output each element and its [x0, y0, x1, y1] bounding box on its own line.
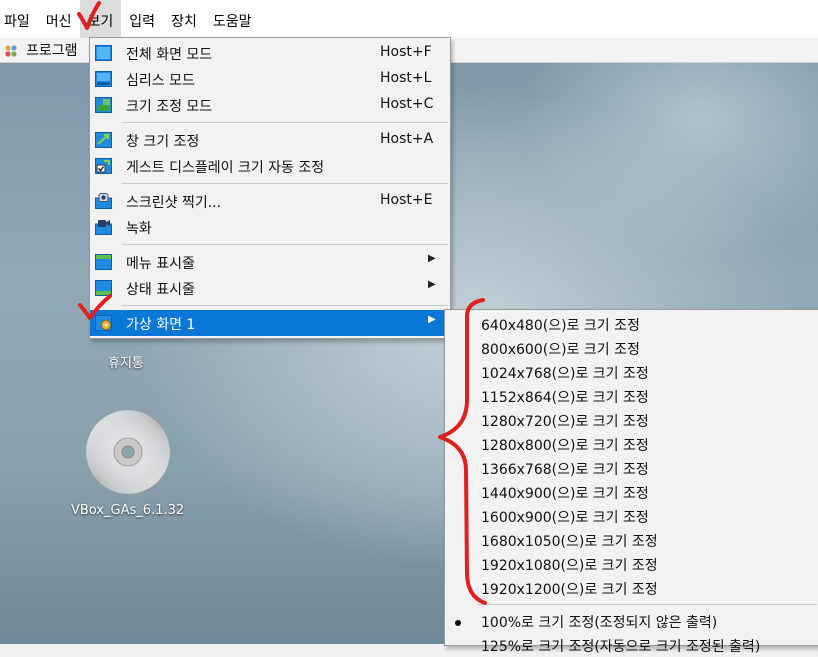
scale-icon [95, 97, 112, 113]
resize-1680x1050[interactable]: 1680x1050(으)로 크기 조정 [445, 528, 818, 552]
menu-view[interactable]: 보기 [79, 0, 122, 38]
resize-1366x768[interactable]: 1366x768(으)로 크기 조정 [445, 456, 818, 480]
menu-separator [122, 183, 448, 184]
submenu-arrow-icon: ▶ [428, 253, 436, 264]
menu-item-menubar[interactable]: 메뉴 표시줄 ▶ [90, 249, 450, 275]
recycle-bin-label[interactable]: 휴지통 [108, 352, 144, 371]
view-menu-dropdown: 전체 화면 모드 Host+F 심리스 모드 Host+L 크기 조정 모드 H… [89, 37, 451, 339]
menu-bar: 파일 머신 보기 입력 장치 도움말 [0, 0, 818, 38]
record-icon [95, 220, 112, 235]
submenu-arrow-icon: ▶ [428, 279, 436, 290]
menu-item-seamless[interactable]: 심리스 모드 Host+L [90, 66, 450, 92]
menu-item-record[interactable]: 녹화 [90, 214, 450, 240]
fullscreen-icon [95, 45, 112, 61]
scale-100-item[interactable]: 100%로 크기 조정(조정되지 않은 출력) [445, 609, 818, 633]
statusbar-icon [95, 280, 112, 296]
resize-1920x1200[interactable]: 1920x1200(으)로 크기 조정 [445, 576, 818, 600]
menubar-icon [95, 254, 112, 270]
cd-disc-icon[interactable] [85, 409, 171, 495]
resize-1440x900[interactable]: 1440x900(으)로 크기 조정 [445, 480, 818, 504]
menu-help[interactable]: 도움말 [205, 0, 260, 38]
program-icon[interactable] [4, 44, 18, 58]
menu-item-statusbar[interactable]: 상태 표시줄 ▶ [90, 275, 450, 301]
menu-item-auto-resize[interactable]: 게스트 디스플레이 크기 자동 조정 [90, 153, 450, 179]
menu-file[interactable]: 파일 [0, 0, 38, 38]
seamless-icon [95, 71, 112, 87]
screenshot-icon [95, 193, 112, 209]
resize-1280x800[interactable]: 1280x800(으)로 크기 조정 [445, 432, 818, 456]
selected-radio-icon [455, 620, 461, 626]
menu-item-fullscreen[interactable]: 전체 화면 모드 Host+F [90, 40, 450, 66]
resize-800x600[interactable]: 800x600(으)로 크기 조정 [445, 336, 818, 360]
menu-item-adjust-window[interactable]: 창 크기 조정 Host+A [90, 127, 450, 153]
menu-separator [122, 244, 448, 245]
resize-1600x900[interactable]: 1600x900(으)로 크기 조정 [445, 504, 818, 528]
menu-machine[interactable]: 머신 [38, 0, 80, 38]
virtual-screen-icon [95, 315, 112, 331]
auto-resize-icon [95, 158, 112, 174]
menu-item-screenshot[interactable]: 스크린샷 찍기... Host+E [90, 188, 450, 214]
adjust-window-icon [95, 132, 112, 148]
resize-1280x720[interactable]: 1280x720(으)로 크기 조정 [445, 408, 818, 432]
menu-item-virtual-screen[interactable]: 가상 화면 1 ▶ [90, 310, 450, 336]
menu-item-scale-mode[interactable]: 크기 조정 모드 Host+C [90, 92, 450, 118]
resize-640x480[interactable]: 640x480(으)로 크기 조정 [445, 312, 818, 336]
resize-1920x1080[interactable]: 1920x1080(으)로 크기 조정 [445, 552, 818, 576]
scale-125-item[interactable]: 125%로 크기 조정(자동으로 크기 조정된 출력) [445, 633, 818, 657]
menu-separator [122, 305, 448, 306]
cd-label[interactable]: VBox_GAs_6.1.32 [71, 503, 184, 518]
virtual-screen-submenu: 640x480(으)로 크기 조정 800x600(으)로 크기 조정 1024… [444, 309, 818, 655]
menu-separator [122, 122, 448, 123]
resize-1152x864[interactable]: 1152x864(으)로 크기 조정 [445, 384, 818, 408]
menu-separator [477, 604, 817, 605]
menu-input[interactable]: 입력 [121, 0, 163, 38]
recycle-bin-icon[interactable] [88, 338, 128, 348]
program-label[interactable]: 프로그램 [26, 40, 78, 60]
submenu-arrow-icon: ▶ [428, 314, 436, 325]
menu-devices[interactable]: 장치 [163, 0, 205, 38]
resize-1024x768[interactable]: 1024x768(으)로 크기 조정 [445, 360, 818, 384]
